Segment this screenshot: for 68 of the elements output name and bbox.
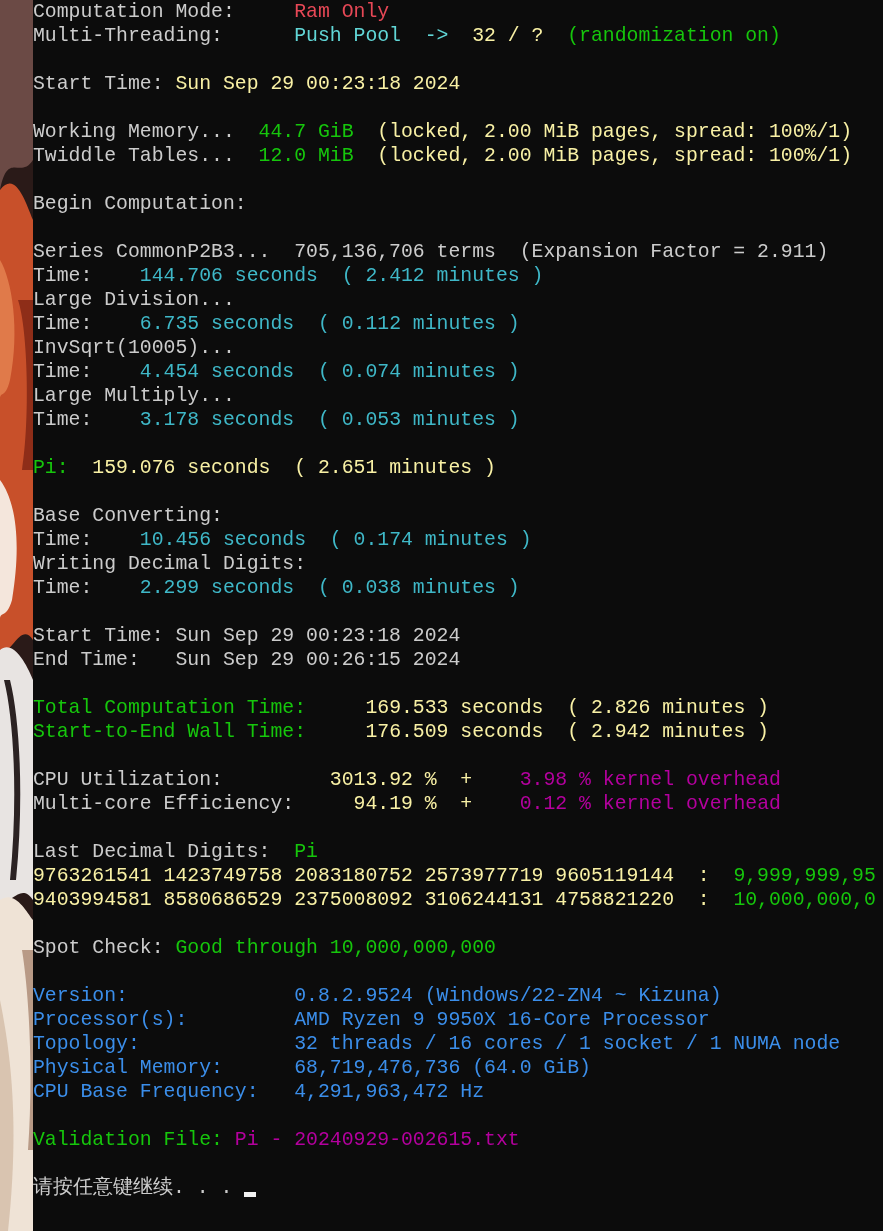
console-text: Pi: [33, 456, 70, 480]
console-text: 6.735 seconds ( 0.112 minutes ) [139, 312, 520, 336]
console-text: Pi [294, 840, 318, 864]
console-text: CPU Utilization: [33, 768, 224, 792]
console-text: Time: [33, 408, 94, 432]
console-text: Time: [33, 528, 94, 552]
console-text: Base Converting: [33, 504, 223, 528]
console-text: Good through 10,000,000,000 [175, 936, 496, 960]
console-text: 44.7 GiB [258, 120, 354, 144]
console-text: 4,291,963,472 Hz [294, 1080, 485, 1104]
console-text: Working Memory... [33, 120, 236, 144]
console-text: Start Time: Sun Sep 29 00:23:18 2024 [33, 624, 461, 648]
console-text: 159.076 seconds ( 2.651 minutes ) [92, 456, 496, 480]
console-text: 32 threads / 16 cores / 1 socket / 1 NUMA node [294, 1032, 841, 1056]
console-text: Start Time: [33, 72, 165, 96]
console-text: 10,000,000,0 [733, 888, 876, 912]
console-text: (locked, 2.00 MiB pages, spread: 100%/1) [376, 120, 853, 144]
console-text: 3013.92 % + [329, 768, 474, 792]
console-text: Begin Computation: [33, 192, 247, 216]
console-text: InvSqrt(10005)... [33, 336, 235, 360]
console-text: Processor(s): [33, 1008, 189, 1032]
console-text: (randomization on) [567, 24, 781, 48]
console-text: 176.509 seconds ( 2.942 minutes ) [365, 720, 769, 744]
console-text: Computation Mode: [33, 0, 236, 24]
console-text: Large Multiply... [33, 384, 235, 408]
console-text: 12.0 MiB [258, 144, 354, 168]
console-text: 9403994581 8580686529 2375008092 3106244131 4758821220 : [33, 888, 711, 912]
console-text: Time: [33, 576, 94, 600]
console-text: 请按任意键继续. . . [33, 1176, 234, 1200]
console-text: 10.456 seconds ( 0.174 minutes ) [139, 528, 532, 552]
console-text: CPU Base Frequency: [33, 1080, 260, 1104]
console-text: Time: [33, 360, 94, 384]
console-text: 32 / ? [472, 24, 545, 48]
console-text: 0.8.2.9524 (Windows/22-ZN4 ~ Kizuna) [294, 984, 722, 1008]
console-text: Ram Only [294, 0, 390, 24]
console-text: Version: [33, 984, 129, 1008]
console-text: 9,999,999,95 [733, 864, 876, 888]
console-text: 94.19 % + [353, 792, 474, 816]
console-text: 4.454 seconds ( 0.074 minutes ) [139, 360, 520, 384]
console-text: 2.299 seconds ( 0.038 minutes ) [139, 576, 520, 600]
console-text: Topology: [33, 1032, 141, 1056]
console-text: Series CommonP2B3... 705,136,706 terms (Expansion Factor = 2.911) [33, 240, 829, 264]
console-text: Time: [33, 312, 94, 336]
console-text: Physical Memory: [33, 1056, 224, 1080]
console-text: Multi-Threading: [33, 24, 224, 48]
console-text: Push Pool -> [294, 24, 450, 48]
console-text: 9763261541 1423749758 2083180752 2573977719 9605119144 : [33, 864, 711, 888]
console-text: Pi - 20240929-002615.txt [234, 1128, 520, 1152]
console-text: 169.533 seconds ( 2.826 minutes ) [365, 696, 769, 720]
console-text: Total Computation Time: [33, 696, 308, 720]
console-text: 3.178 seconds ( 0.053 minutes ) [139, 408, 520, 432]
console-text: Sun Sep 29 00:23:18 2024 [175, 72, 461, 96]
console-text: Start-to-End Wall Time: [33, 720, 308, 744]
console-text: 144.706 seconds ( 2.412 minutes ) [139, 264, 544, 288]
console-text: Writing Decimal Digits: [33, 552, 307, 576]
console-text: Last Decimal Digits: [33, 840, 272, 864]
console-text: Twiddle Tables... [33, 144, 236, 168]
console-text: 3.98 % kernel overhead [519, 768, 781, 792]
console-text: Validation File: [33, 1128, 224, 1152]
console-text: Spot Check: [33, 936, 165, 960]
console-text: 0.12 % kernel overhead [519, 792, 781, 816]
console-text: AMD Ryzen 9 9950X 16-Core Processor [294, 1008, 710, 1032]
console-text: Multi-core Efficiency: [33, 792, 296, 816]
console-text: Time: [33, 264, 94, 288]
console-text: End Time: Sun Sep 29 00:26:15 2024 [33, 648, 461, 672]
console-text: 68,719,476,736 (64.0 GiB) [294, 1056, 591, 1080]
console-text: Large Division... [33, 288, 235, 312]
console-text: (locked, 2.00 MiB pages, spread: 100%/1) [376, 144, 853, 168]
